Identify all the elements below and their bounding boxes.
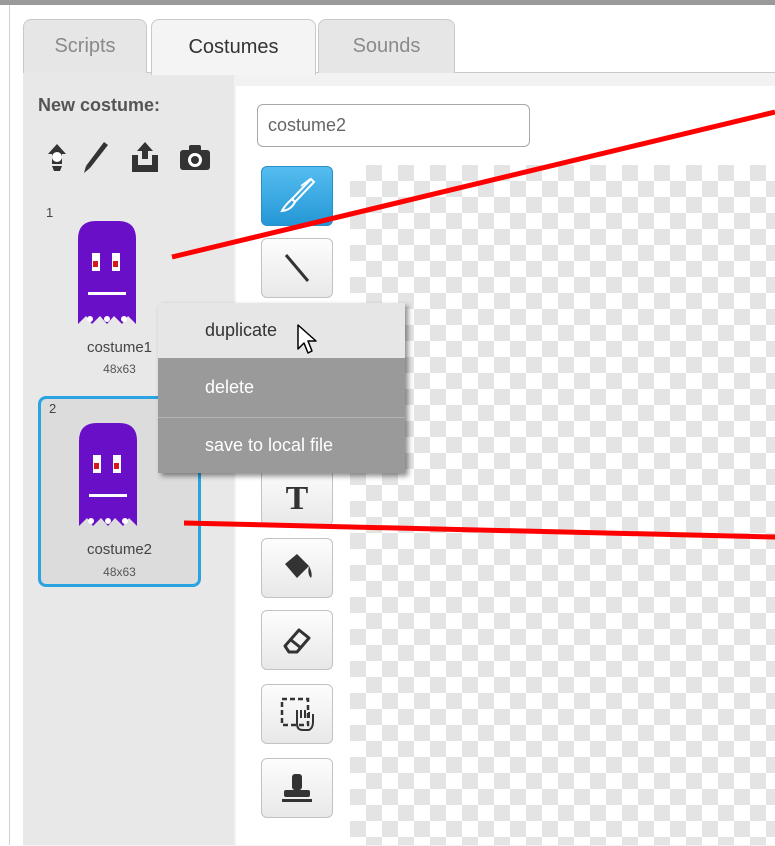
- line-icon: [284, 254, 310, 282]
- svg-text:T: T: [286, 480, 309, 516]
- costume-name-field[interactable]: [257, 104, 530, 147]
- tab-costumes[interactable]: Costumes: [151, 19, 316, 75]
- fill-icon: [285, 554, 312, 578]
- brush-icon: [280, 177, 316, 213]
- costume-context-menu: duplicate delete save to local file: [158, 303, 405, 473]
- eraser-icon: [283, 628, 311, 654]
- window-left-edge: [0, 5, 10, 845]
- mouse-cursor-icon: [297, 324, 317, 354]
- fill-tool-button[interactable]: [261, 538, 333, 598]
- menu-item-delete[interactable]: delete: [158, 359, 405, 415]
- eraser-tool-button[interactable]: [261, 610, 333, 670]
- text-tool-button[interactable]: T: [261, 466, 333, 526]
- menu-item-save-to-local-file[interactable]: save to local file: [158, 417, 405, 473]
- costume-number: 2: [49, 401, 57, 416]
- ghost-costume-image: [79, 423, 137, 526]
- camera-icon[interactable]: [178, 140, 212, 174]
- tab-scripts[interactable]: Scripts: [23, 19, 147, 73]
- costume-name: costume2: [86, 541, 153, 558]
- costume-size: 48x63: [103, 565, 136, 579]
- stamp-tool-button[interactable]: [261, 758, 333, 818]
- upload-icon[interactable]: [128, 140, 162, 174]
- text-icon: T: [286, 480, 309, 516]
- menu-item-duplicate[interactable]: duplicate: [158, 303, 405, 358]
- tab-sounds[interactable]: Sounds: [318, 19, 455, 73]
- costume-number: 1: [46, 205, 54, 220]
- line-tool-button[interactable]: [261, 238, 333, 298]
- brush-tool-button[interactable]: [261, 166, 333, 226]
- new-costume-label: New costume:: [38, 95, 161, 115]
- select-icon: [280, 697, 314, 731]
- select-tool-button[interactable]: [261, 684, 333, 744]
- ghost-costume-image: [78, 221, 136, 324]
- stamp-icon: [282, 774, 312, 802]
- drawing-canvas[interactable]: [350, 165, 775, 845]
- choose-from-library-icon[interactable]: [40, 140, 74, 174]
- paint-new-icon[interactable]: [78, 140, 112, 174]
- window-top-border: [0, 0, 775, 5]
